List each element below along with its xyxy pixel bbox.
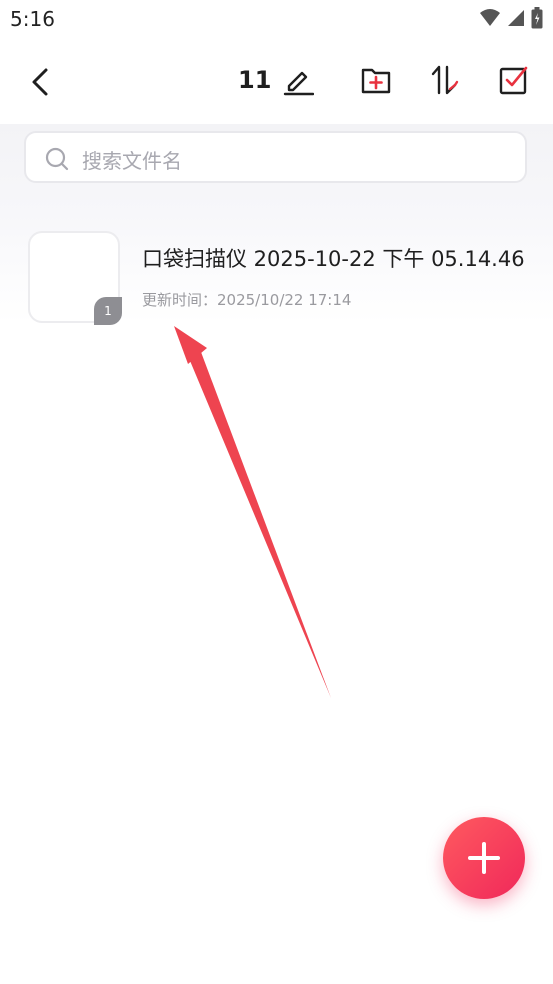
search-placeholder: 搜索文件名: [82, 149, 182, 173]
page-count-badge: 1: [94, 297, 122, 325]
edit-icon: [283, 71, 314, 96]
new-folder-button[interactable]: [359, 62, 393, 98]
wifi-icon: [480, 9, 500, 26]
document-thumbnail[interactable]: 1: [28, 231, 122, 325]
battery-icon: [531, 7, 543, 29]
search-input[interactable]: 搜索文件名: [24, 131, 527, 183]
back-button[interactable]: [24, 62, 56, 102]
sort-icon: [431, 65, 459, 95]
document-count: 11: [238, 66, 272, 94]
select-icon: [499, 66, 528, 95]
plus-icon: [468, 842, 500, 874]
top-toolbar: 11: [0, 38, 553, 124]
sort-button[interactable]: [428, 62, 462, 98]
status-icons: [479, 6, 543, 30]
select-button[interactable]: [497, 62, 531, 98]
new-folder-icon: [361, 68, 391, 94]
cellular-icon: [508, 10, 524, 26]
search-icon: [45, 147, 69, 171]
document-updated-time: 更新时间：2025/10/22 17:14: [142, 291, 352, 309]
status-time: 5:16: [10, 7, 55, 31]
document-title: 口袋扫描仪 2025-10-22 下午 05.14.46: [142, 247, 525, 271]
rename-button[interactable]: [281, 62, 315, 98]
document-item[interactable]: 1 口袋扫描仪 2025-10-22 下午 05.14.46 更新时间：2025…: [28, 231, 528, 327]
add-button[interactable]: [443, 817, 525, 899]
status-bar: 5:16: [0, 0, 553, 38]
back-icon: [32, 68, 48, 96]
